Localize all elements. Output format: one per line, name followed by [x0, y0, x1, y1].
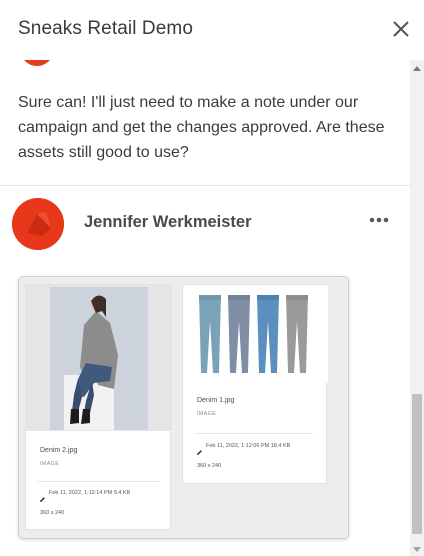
pencil-icon: [196, 443, 203, 455]
attachment-meta: Feb 11, 2022, 1:12:14 PM 9.4 KB: [49, 490, 131, 496]
attachment-card[interactable]: Denim 2.jpg IMAGE Feb 11, 2022, 1:12:14 …: [25, 284, 172, 530]
previous-message-text: Sure can! I'll just need to make a note …: [18, 94, 385, 161]
attachment-thumbnail: [183, 285, 328, 383]
panel-header: Sneaks Retail Demo: [0, 0, 424, 60]
attachment-meta: Feb 11, 2022, 1:12:06 PM 18.4 KB: [206, 443, 291, 449]
scrollbar-thumb[interactable]: [412, 394, 422, 534]
more-options-icon[interactable]: [366, 210, 394, 230]
attachment-dimensions: 360 x 240: [197, 463, 222, 469]
attachment-type: IMAGE: [40, 461, 60, 467]
avatar[interactable]: [12, 198, 64, 250]
card-divider: [195, 433, 313, 434]
attachment-name[interactable]: Denim 2.jpg: [40, 447, 77, 454]
attachment-thumbnail: [26, 285, 172, 431]
comment-thread[interactable]: Sure can! I'll just need to make a note …: [0, 60, 410, 556]
pencil-icon: [39, 490, 46, 502]
scroll-up-icon[interactable]: [413, 66, 421, 71]
vertical-scrollbar[interactable]: [410, 60, 424, 556]
author-name: Jennifer Werkmeister: [84, 213, 252, 231]
scroll-down-icon[interactable]: [413, 547, 421, 552]
previous-avatar: [20, 60, 54, 66]
attachments-panel: Denim 2.jpg IMAGE Feb 11, 2022, 1:12:14 …: [18, 276, 349, 539]
attachment-dimensions: 360 x 240: [40, 510, 65, 516]
card-divider: [38, 481, 160, 482]
close-icon[interactable]: [388, 16, 414, 42]
panel-title: Sneaks Retail Demo: [18, 18, 193, 39]
attachment-type: IMAGE: [197, 411, 217, 417]
attachment-name[interactable]: Denim 1.jpg: [197, 397, 234, 404]
attachment-card[interactable]: Denim 1.jpg IMAGE Feb 11, 2022, 1:12:06 …: [182, 284, 328, 484]
message-divider: [0, 185, 410, 186]
